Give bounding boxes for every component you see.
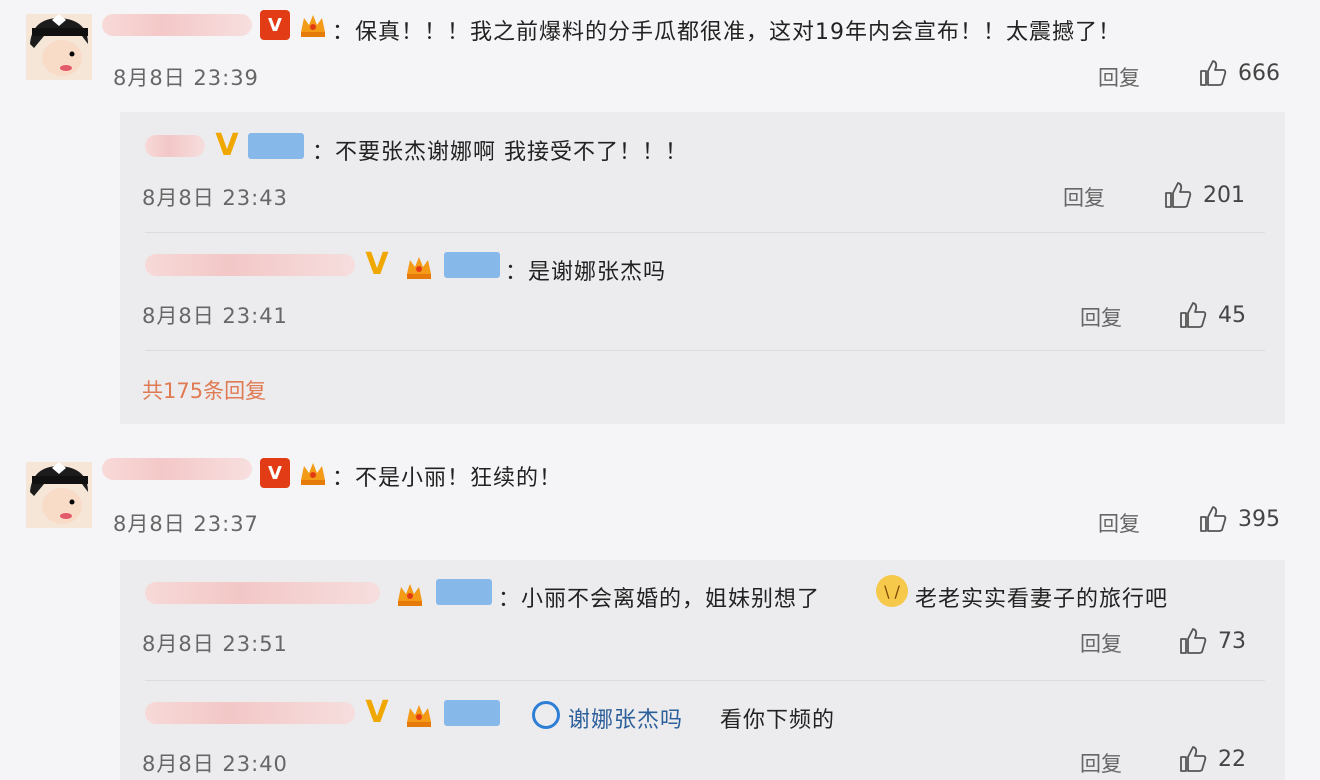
fan-badge (436, 579, 492, 605)
like-button[interactable]: 201 (1163, 180, 1245, 210)
timestamp: 8月8日 23:40 (142, 752, 288, 776)
crown-icon (404, 700, 434, 730)
thumbs-up-icon (1180, 302, 1207, 328)
like-count: 73 (1218, 628, 1246, 654)
reply-text: 看你下频的 (720, 708, 836, 733)
mention-icon (532, 701, 560, 729)
comment-text: ：保真！！！我之前爆料的分手瓜都很准，这对19年内会宣布！！太震撼了！ (332, 20, 1121, 45)
mention-link[interactable]: 谢娜张杰吗 (568, 702, 683, 734)
thumbs-up-icon (1200, 60, 1227, 86)
like-count: 22 (1218, 746, 1246, 772)
timestamp: 8月8日 23:41 (142, 304, 288, 328)
like-count: 666 (1238, 60, 1280, 86)
fan-badge (248, 133, 304, 159)
more-replies-link[interactable]: 共175条回复 (142, 375, 266, 405)
fan-badge (444, 252, 500, 278)
crown-icon (404, 252, 434, 282)
crown-icon (298, 10, 328, 40)
username[interactable] (145, 582, 380, 604)
reply-button[interactable]: 回复 (1063, 182, 1105, 212)
username[interactable] (145, 254, 355, 276)
like-button[interactable]: 395 (1198, 504, 1280, 534)
verified-v-icon: V (215, 127, 239, 163)
thumbs-up-icon (1180, 746, 1207, 772)
like-count: 395 (1238, 506, 1280, 532)
avatar[interactable] (26, 462, 92, 528)
username[interactable] (145, 702, 355, 724)
like-button[interactable]: 73 (1178, 626, 1246, 656)
verified-v-icon: V (260, 458, 290, 488)
verified-v-icon: V (365, 694, 389, 730)
thumbs-up-icon (1180, 628, 1207, 654)
reply-button[interactable]: 回复 (1098, 508, 1140, 538)
reply-text: ：小丽不会离婚的，姐妹别想了 (498, 587, 821, 612)
divider (145, 680, 1265, 681)
like-count: 201 (1203, 182, 1245, 208)
comment-item: V ：保真！！！我之前爆料的分手瓜都很准，这对19年内会宣布！！太震撼了！ 8月… (0, 0, 1320, 430)
comment-item: V ：不是小丽！狂续的！ 8月8日 23:37 回复 395 ：小丽不会离婚的，… (0, 448, 1320, 780)
emoji-icon: \ / (876, 575, 908, 607)
like-button[interactable]: 666 (1198, 58, 1280, 88)
timestamp: 8月8日 23:37 (113, 512, 259, 536)
reply-button[interactable]: 回复 (1080, 628, 1122, 658)
reply-text: ：不要张杰谢娜啊 我接受不了！！！ (312, 140, 688, 165)
timestamp: 8月8日 23:43 (142, 186, 288, 210)
crown-icon (395, 579, 425, 609)
verified-v-icon: V (260, 10, 290, 40)
like-button[interactable]: 45 (1178, 300, 1246, 330)
thumbs-up-icon (1200, 506, 1227, 532)
username[interactable] (145, 135, 205, 157)
like-count: 45 (1218, 302, 1246, 328)
reply-button[interactable]: 回复 (1080, 302, 1122, 332)
timestamp: 8月8日 23:51 (142, 632, 288, 656)
reply-text: 老老实实看妻子的旅行吧 (915, 587, 1169, 612)
avatar[interactable] (26, 14, 92, 80)
reply-button[interactable]: 回复 (1098, 62, 1140, 92)
thumbs-up-icon (1165, 182, 1192, 208)
like-button[interactable]: 22 (1178, 744, 1246, 774)
crown-icon (298, 458, 328, 488)
timestamp: 8月8日 23:39 (113, 66, 259, 90)
comment-text: ：不是小丽！狂续的！ (332, 466, 563, 491)
verified-v-icon: V (365, 246, 389, 282)
reply-button[interactable]: 回复 (1080, 748, 1122, 778)
username[interactable] (102, 458, 252, 480)
divider (145, 232, 1265, 233)
fan-badge (444, 700, 500, 726)
divider (145, 350, 1265, 351)
reply-text: ：是谢娜张杰吗 (505, 260, 667, 285)
username[interactable] (102, 14, 252, 36)
